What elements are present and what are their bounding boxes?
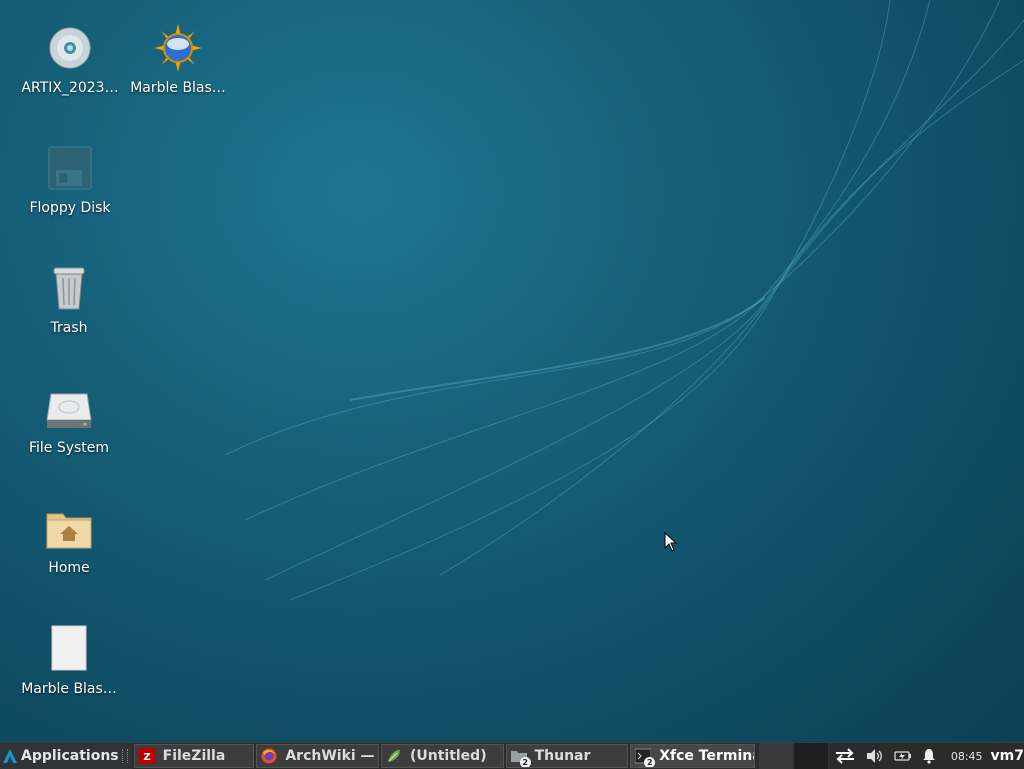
network-transfer-icon[interactable] [834,747,856,765]
desktop-icon-label: Home [48,560,90,576]
workspace-switcher [758,743,829,769]
desktop-icon-floppy-disk[interactable]: Floppy Disk [15,144,125,216]
firefox-icon [261,748,277,764]
marble-blast-icon [154,24,202,72]
task-firefox-archwiki[interactable]: ArchWiki — … [256,744,379,768]
desktop-icon-label: Floppy Disk [29,200,111,216]
task-thunar[interactable]: 2 Thunar [505,744,629,768]
volume-icon[interactable] [866,748,884,764]
home-folder-icon [46,513,92,549]
desktop-icon-label: Marble Blas… [21,681,117,697]
task-label: (Untitled) [409,748,487,764]
task-mousepad-untitled[interactable]: (Untitled) [380,744,504,768]
filezilla-icon: Z [138,748,155,764]
bell-icon[interactable] [922,748,936,764]
file-icon [51,625,87,671]
mouse-cursor-icon [664,532,678,552]
desktop-icon-marble-blast-file[interactable]: Marble Blas… [14,625,124,697]
desktop[interactable]: ARTIX_2023… Marble Blas… Floppy Disk Tra… [0,0,1024,742]
panel-separator [121,749,128,763]
desktop-icon-label: Trash [50,320,88,336]
task-filezilla[interactable]: Z FileZilla [133,744,255,768]
desktop-icon-label: Marble Blas… [130,80,226,96]
workspace-2[interactable] [793,743,829,769]
desktop-icon-marble-blast[interactable]: Marble Blas… [123,24,233,96]
task-label: FileZilla [162,748,226,764]
desktop-icon-label: ARTIX_2023… [21,80,119,96]
folder-icon: 2 [510,748,531,767]
trash-icon [53,267,85,310]
cdrom-icon [49,27,91,69]
mousepad-icon [387,750,400,762]
floppy-icon [48,146,92,190]
task-label: ArchWiki — … [285,748,378,764]
task-xfce-terminal[interactable]: 2 Xfce Terminal [630,744,755,768]
desktop-icon-artix[interactable]: ARTIX_2023… [15,24,125,96]
hard-drive-icon [46,393,92,428]
desktop-icon-file-system[interactable]: File System [14,384,124,456]
window-count-badge: 2 [644,757,656,767]
applications-label: Applications [21,748,119,764]
task-label: Thunar [534,748,591,764]
desktop-icon-label: File System [28,440,110,456]
window-count-badge: 2 [519,757,531,767]
username-label[interactable]: vm7 [991,748,1024,764]
workspace-1[interactable] [758,743,794,769]
desktop-icon-trash[interactable]: Trash [14,264,124,336]
terminal-icon: 2 [634,748,656,767]
svg-text:Z: Z [143,752,150,763]
clock[interactable]: 08:45 [951,750,983,763]
system-tray: 08:45 vm7 [829,743,1024,769]
taskbar-panel: Applications Z FileZilla ArchWiki — … (U… [0,742,1024,769]
battery-icon[interactable] [894,750,912,762]
desktop-icon-home[interactable]: Home [14,504,124,576]
wallpaper-swoosh [224,0,1024,601]
artix-logo-icon [3,749,17,763]
applications-menu-button[interactable]: Applications [0,743,132,769]
task-label: Xfce Terminal [659,748,754,764]
